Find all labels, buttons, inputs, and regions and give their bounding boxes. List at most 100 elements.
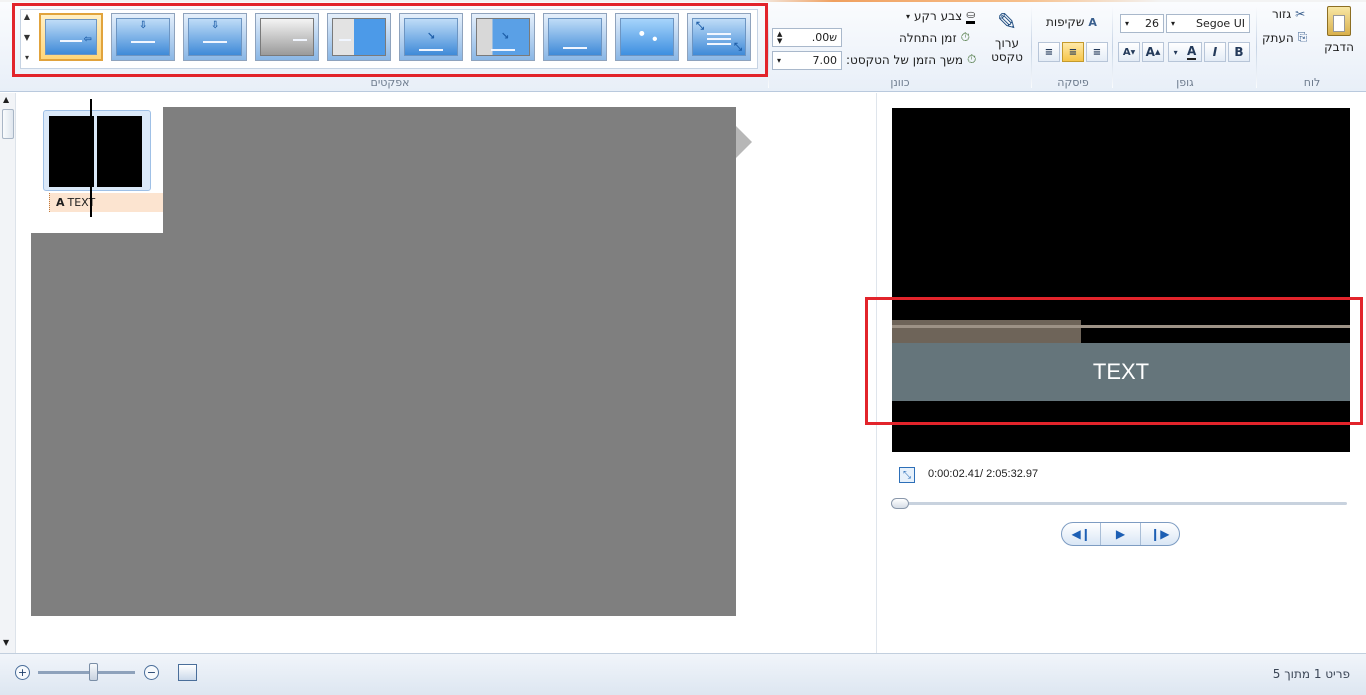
pen-icon: ✎ [996, 8, 1018, 36]
effects-highlight-frame [12, 3, 768, 77]
text-icon: A [56, 196, 65, 209]
dropdown-arrow-icon: ▾ [906, 11, 911, 21]
grow-font-label: A [1145, 45, 1155, 59]
storyboard-scrollbar[interactable]: ▲ ▼ [0, 93, 16, 653]
paste-label: הדבק [1324, 40, 1354, 54]
scissors-icon: ✂ [1295, 7, 1306, 21]
bold-label: B [1234, 45, 1244, 59]
ribbon-accent [0, 0, 1366, 2]
font-color-label: A [1187, 44, 1197, 60]
italic-label: I [1212, 45, 1218, 59]
italic-button[interactable]: I [1204, 42, 1226, 62]
group-label-adjust: כוונן [890, 76, 910, 89]
spinner-icon[interactable]: ▲ ▼ [777, 30, 782, 45]
separator [1031, 6, 1032, 88]
align-right-button[interactable]: ≡ [1086, 42, 1108, 62]
play-button[interactable]: ▶ [1101, 523, 1141, 545]
dropdown-arrow-icon: ▾ [1171, 19, 1176, 28]
font-family-select[interactable]: ▾ Segoe UI [1166, 14, 1250, 33]
start-time-value: .00ש [811, 31, 837, 44]
scrollbar-thumb[interactable] [2, 109, 14, 139]
cut-button[interactable]: ✂ גזור [1272, 7, 1305, 21]
storyboard-pane: ▲ ▼ A TEXT [0, 93, 873, 653]
shrink-font-label: A [1122, 46, 1131, 58]
zoom-slider-track[interactable] [38, 671, 135, 674]
stopwatch-icon: ⏱ [960, 30, 970, 44]
zoom-out-button[interactable]: − [144, 665, 159, 680]
start-time-input[interactable]: ▲ ▼ .00ש [772, 28, 842, 47]
separator [1112, 6, 1113, 88]
font-family-value: Segoe UI [1195, 17, 1245, 30]
font-size-value: 26 [1145, 17, 1159, 30]
edit-text-label: ערוך טקסט [991, 36, 1023, 64]
duration-label: משך הזמן של הטקסט: [846, 52, 964, 67]
start-time-label-row: ⏱ זמן התחלה [899, 30, 970, 45]
video-clip-thumbnail[interactable] [43, 110, 151, 191]
cut-label: גזור [1272, 7, 1292, 21]
seek-bar[interactable] [893, 502, 1347, 505]
thumbnail-size-icon[interactable] [178, 664, 197, 681]
separator [768, 6, 769, 88]
copy-button[interactable]: ⎘ העתק [1262, 30, 1307, 45]
caption-clip[interactable]: A TEXT [49, 193, 163, 212]
bold-button[interactable]: B [1228, 42, 1250, 62]
duration-value: 7.00 [812, 54, 838, 67]
align-right-icon: ≡ [1092, 46, 1102, 58]
clip-frame [97, 116, 142, 187]
status-bar [0, 653, 1366, 695]
duration-label-row: ⏱ משך הזמן של הטקסט: [846, 52, 976, 67]
duration-input[interactable]: ▾ 7.00 [772, 51, 842, 70]
previous-frame-button[interactable]: ◀❙ [1062, 523, 1102, 545]
background-color-button[interactable]: ⛀ צבע רקע ▾ [906, 8, 976, 24]
previous-frame-icon: ◀❙ [1071, 527, 1091, 541]
separator [1256, 6, 1257, 88]
group-label-effects: אפקטים [370, 76, 410, 89]
transparency-icon: A [1088, 15, 1097, 29]
status-item-count: פריט 1 מתוך 5 [1272, 667, 1350, 681]
plus-icon: + [17, 666, 28, 679]
edit-text-button[interactable]: ✎ ערוך טקסט [986, 8, 1028, 70]
minus-icon: − [146, 666, 157, 679]
scroll-down-arrow[interactable]: ▼ [3, 638, 9, 647]
clip-frame [49, 116, 94, 187]
redacted-area [31, 233, 736, 616]
playhead[interactable] [90, 99, 92, 217]
dropdown-arrow-icon: ▾ [777, 56, 782, 65]
fullscreen-icon[interactable]: ⤡ [899, 467, 915, 483]
font-color-button[interactable]: ▾ A [1168, 42, 1202, 62]
shrink-font-button[interactable]: A ▼ [1118, 42, 1140, 62]
clip-nav-arrow-icon[interactable] [736, 126, 752, 158]
background-color-label: צבע רקע [914, 9, 963, 23]
zoom-in-button[interactable]: + [15, 665, 30, 680]
font-size-select[interactable]: ▾ 26 [1120, 14, 1164, 33]
group-label-paragraph: פיסקה [1057, 76, 1089, 89]
align-left-icon: ≡ [1044, 46, 1054, 58]
next-frame-icon: ❙▶ [1150, 527, 1170, 541]
play-icon: ▶ [1115, 527, 1126, 541]
seek-knob[interactable] [891, 498, 909, 509]
zoom-slider-thumb[interactable] [89, 663, 98, 681]
align-center-icon: ≡ [1068, 46, 1078, 58]
grow-font-button[interactable]: A ▲ [1142, 42, 1164, 62]
start-time-label: זמן התחלה [899, 30, 957, 45]
stopwatch-green-icon: ⏱ [967, 52, 977, 66]
paste-button[interactable]: הדבק [1318, 6, 1360, 64]
playback-controls: ◀❙ ▶ ❙▶ [1061, 522, 1180, 546]
scroll-up-arrow[interactable]: ▲ [3, 95, 9, 104]
align-left-button[interactable]: ≡ [1038, 42, 1060, 62]
paint-bucket-icon: ⛀ [966, 8, 976, 24]
group-label-clipboard: לוח [1303, 76, 1321, 89]
copy-label: העתק [1262, 30, 1294, 45]
clipboard-icon [1327, 6, 1351, 36]
group-label-font: גופן [1176, 76, 1194, 89]
caption-highlight-frame [865, 297, 1363, 425]
dropdown-arrow-icon: ▾ [1173, 47, 1178, 57]
transparency-label: שקיפות [1046, 15, 1085, 29]
next-frame-button[interactable]: ❙▶ [1141, 523, 1179, 545]
dropdown-arrow-icon: ▾ [1125, 19, 1130, 28]
ribbon: הדבק ✂ גזור ⎘ העתק לוח ▾ Segoe UI ▾ 26 B… [0, 0, 1366, 92]
timecode: 0:00:02.41/ 2:05:32.97 [928, 468, 1039, 480]
align-center-button[interactable]: ≡ [1062, 42, 1084, 62]
copy-icon: ⎘ [1297, 30, 1308, 44]
transparency-button[interactable]: A שקיפות [1046, 15, 1097, 29]
